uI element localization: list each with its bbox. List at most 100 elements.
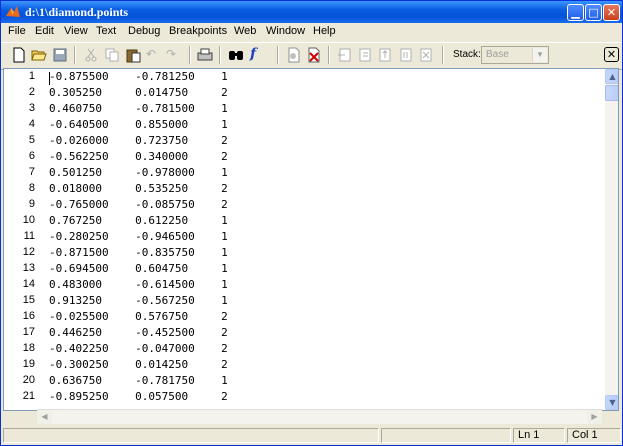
close-icon: ✕ — [606, 6, 617, 19]
scroll-down-button[interactable]: ▼ — [605, 395, 618, 410]
code-line[interactable]: 0.305250 0.014750 2 — [49, 86, 228, 99]
stack-value: Base — [486, 49, 509, 60]
step-icon[interactable] — [337, 47, 353, 63]
code-line[interactable]: -0.895250 0.057500 2 — [49, 390, 228, 403]
scrollbar-thumb[interactable] — [605, 85, 618, 101]
line-number: 11 — [23, 230, 35, 242]
chevron-down-icon: ▼ — [609, 398, 616, 407]
line-number: 10 — [22, 214, 35, 226]
code-line[interactable]: 0.446250 -0.452500 2 — [49, 326, 228, 339]
code-line[interactable]: -0.562250 0.340000 2 — [49, 150, 228, 163]
paste-icon[interactable] — [125, 47, 141, 63]
code-line[interactable]: 0.483000 -0.614500 1 — [49, 278, 228, 291]
close-document-button[interactable]: ✕ — [604, 47, 619, 62]
menu-debug[interactable]: Debug — [128, 25, 160, 37]
minimize-button[interactable]: ▁ — [567, 4, 584, 21]
step-out-icon[interactable] — [377, 47, 393, 63]
find-icon[interactable] — [228, 47, 244, 63]
code-line[interactable]: 0.767250 0.612250 1 — [49, 214, 228, 227]
maximize-icon: □ — [588, 6, 599, 19]
status-message-panel — [3, 428, 379, 443]
code-line[interactable]: -0.280250 -0.946500 1 — [49, 230, 228, 243]
menu-web[interactable]: Web — [234, 25, 256, 37]
code-line[interactable]: -0.871500 -0.835750 1 — [49, 246, 228, 259]
line-number: 14 — [22, 278, 35, 290]
code-area[interactable]: -0.875500 -0.781250 1 0.305250 0.014750 … — [40, 69, 605, 410]
minimize-icon: ▁ — [571, 6, 580, 19]
scroll-up-button[interactable]: ▲ — [605, 69, 618, 84]
column-indicator: Col 1 — [567, 428, 621, 443]
line-number: 21 — [22, 390, 35, 402]
line-number: 12 — [22, 246, 35, 258]
line-number: 2 — [28, 86, 35, 98]
clear-breakpoints-icon[interactable] — [306, 47, 322, 63]
close-icon: ✕ — [606, 48, 617, 61]
code-line[interactable]: -0.402250 -0.047000 2 — [49, 342, 228, 355]
line-number: 3 — [28, 102, 35, 114]
copy-icon[interactable] — [104, 47, 120, 63]
code-line[interactable]: 0.018000 0.535250 2 — [49, 182, 228, 195]
vertical-scrollbar[interactable]: ▲ ▼ — [605, 69, 618, 410]
code-line[interactable]: -0.025500 0.576750 2 — [49, 310, 228, 323]
matlab-logo-icon — [6, 6, 20, 17]
function-icon[interactable]: f — [250, 46, 266, 62]
code-line[interactable]: -0.765000 -0.085750 2 — [49, 198, 228, 211]
chevron-right-icon: ▶ — [591, 412, 598, 421]
menu-help[interactable]: Help — [313, 25, 336, 37]
line-number: 17 — [22, 326, 35, 338]
line-number: 15 — [22, 294, 35, 306]
editor-window: d:\1\diamond.points ▁ □ ✕ File Edit View… — [0, 0, 623, 446]
line-number: 20 — [22, 374, 35, 386]
toolbar-separator — [277, 46, 279, 64]
new-file-icon[interactable] — [11, 47, 27, 63]
undo-icon[interactable]: ↶ — [146, 47, 162, 63]
toolbar-separator — [219, 46, 221, 64]
horizontal-scrollbar[interactable]: ◀ ▶ — [37, 409, 602, 424]
menu-window[interactable]: Window — [266, 25, 305, 37]
chevron-down-icon: ▼ — [532, 48, 547, 62]
menu-text[interactable]: Text — [96, 25, 116, 37]
exit-debug-icon[interactable] — [418, 47, 434, 63]
continue-icon[interactable] — [398, 47, 414, 63]
menu-view[interactable]: View — [64, 25, 88, 37]
code-line[interactable]: -0.694500 0.604750 1 — [49, 262, 228, 275]
toolbar-separator — [74, 46, 76, 64]
save-icon[interactable] — [52, 47, 68, 63]
code-line[interactable]: -0.300250 0.014250 2 — [49, 358, 228, 371]
open-folder-icon[interactable] — [31, 47, 47, 63]
title-bar[interactable]: d:\1\diamond.points ▁ □ ✕ — [1, 1, 622, 23]
scroll-right-button[interactable]: ▶ — [587, 410, 602, 424]
set-breakpoint-icon[interactable] — [286, 47, 302, 63]
print-icon[interactable] — [197, 47, 213, 63]
cut-icon[interactable] — [83, 47, 99, 63]
line-number: 7 — [28, 166, 35, 178]
chevron-up-icon: ▲ — [609, 72, 616, 81]
stack-dropdown[interactable]: Base ▼ — [481, 46, 549, 64]
code-line[interactable]: -0.875500 -0.781250 1 — [49, 70, 228, 83]
menu-breakpoints[interactable]: Breakpoints — [169, 25, 227, 37]
menu-file[interactable]: File — [8, 25, 26, 37]
line-number: 18 — [22, 342, 35, 354]
stack-label: Stack: — [453, 49, 481, 60]
line-number: 9 — [28, 198, 35, 210]
line-number: 13 — [22, 262, 35, 274]
code-line[interactable]: -0.640500 0.855000 1 — [49, 118, 228, 131]
code-line[interactable]: -0.026000 0.723750 2 — [49, 134, 228, 147]
scroll-left-button[interactable]: ◀ — [37, 410, 52, 424]
menu-bar: File Edit View Text Debug Breakpoints We… — [1, 23, 622, 41]
text-cursor — [49, 72, 50, 85]
maximize-button[interactable]: □ — [585, 4, 602, 21]
line-number: 19 — [22, 358, 35, 370]
redo-icon[interactable]: ↷ — [166, 47, 182, 63]
menu-edit[interactable]: Edit — [35, 25, 54, 37]
line-number: 16 — [22, 310, 35, 322]
step-in-icon[interactable] — [357, 47, 373, 63]
text-editor[interactable]: 1 2 3 4 5 6 7 8 9 10 11 12 13 14 15 16 1… — [3, 68, 619, 411]
code-line[interactable]: 0.501250 -0.978000 1 — [49, 166, 228, 179]
line-number-gutter: 1 2 3 4 5 6 7 8 9 10 11 12 13 14 15 16 1… — [4, 69, 38, 410]
code-line[interactable]: 0.460750 -0.781500 1 — [49, 102, 228, 115]
code-line[interactable]: 0.913250 -0.567250 1 — [49, 294, 228, 307]
window-title: d:\1\diamond.points — [25, 5, 129, 19]
close-window-button[interactable]: ✕ — [603, 4, 620, 21]
code-line[interactable]: 0.636750 -0.781750 1 — [49, 374, 228, 387]
